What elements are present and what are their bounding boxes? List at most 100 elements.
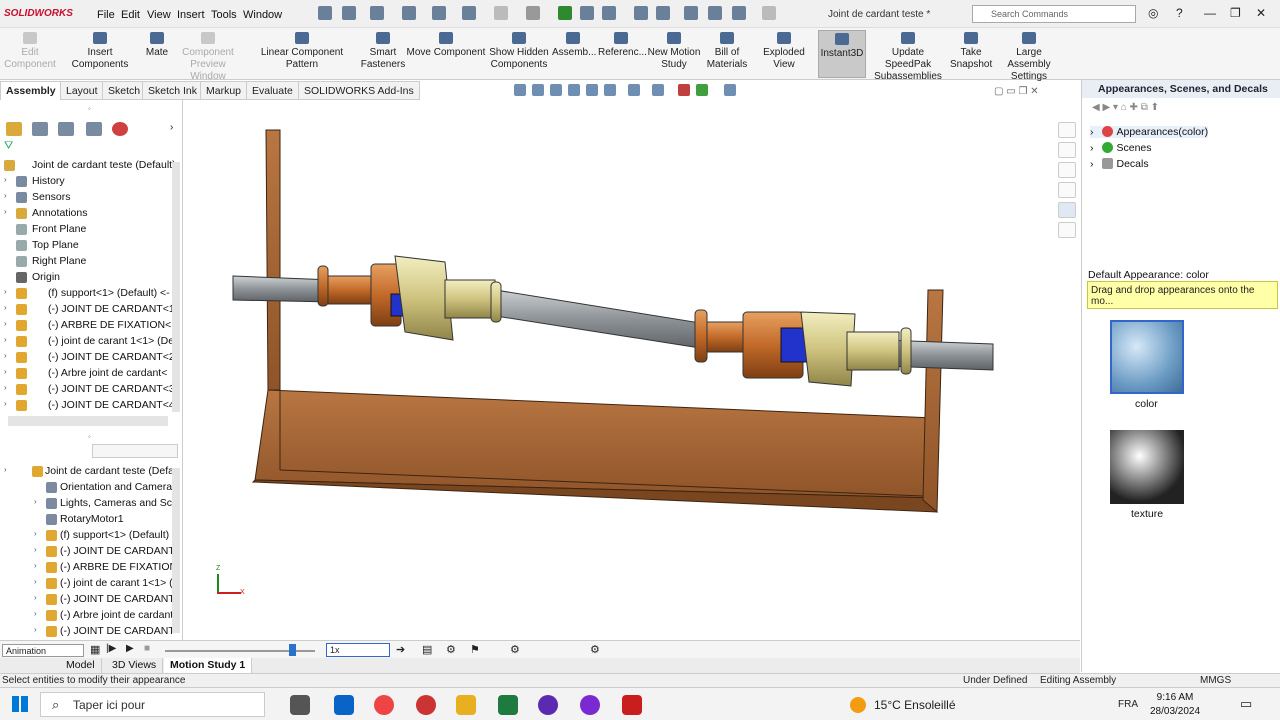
- expand-icon[interactable]: ›: [34, 593, 37, 602]
- motion-tree-item[interactable]: › Lights, Cameras and Scene: [0, 496, 180, 512]
- ribbon-button-8[interactable]: Assemb...: [552, 30, 596, 59]
- units-selector[interactable]: MMGS: [1200, 675, 1231, 686]
- ribbon-button-0[interactable]: Edit Component: [2, 30, 58, 71]
- view-settings-icon[interactable]: [724, 84, 736, 96]
- ribbon-button-12[interactable]: Exploded View: [752, 30, 816, 71]
- bottom-tab-2[interactable]: Motion Study 1: [164, 658, 253, 673]
- motion-tree-scrollbar[interactable]: [172, 468, 180, 633]
- tree-item-decals[interactable]: › Decals: [1090, 158, 1149, 170]
- ribbon-button-14[interactable]: Update SpeedPak Subassemblies: [868, 30, 948, 83]
- tab-0[interactable]: Assembly: [0, 81, 62, 100]
- tree-item[interactable]: › (f) support<1> (Default) <-: [0, 286, 180, 302]
- expand-icon[interactable]: ›: [34, 497, 37, 506]
- playback-speed-select[interactable]: 1x: [326, 643, 390, 657]
- expand-icon[interactable]: ›: [1090, 158, 1094, 170]
- language-indicator[interactable]: FRA: [1118, 699, 1138, 710]
- menu-view[interactable]: View: [147, 9, 171, 21]
- grid-icon[interactable]: [708, 6, 722, 20]
- configuration-tab-icon[interactable]: [58, 122, 74, 136]
- zoom-area-icon[interactable]: [532, 84, 544, 96]
- animation-wizard-icon[interactable]: ⚙: [446, 643, 456, 656]
- ribbon-button-3[interactable]: Component Preview Window: [174, 30, 242, 83]
- chrome-profile-icon[interactable]: [416, 695, 436, 715]
- hide-show-icon[interactable]: [652, 84, 664, 96]
- expand-icon[interactable]: ›: [4, 319, 7, 328]
- apply-scene-icon[interactable]: [696, 84, 708, 96]
- appearances-icon[interactable]: [1058, 202, 1076, 218]
- study-type-select[interactable]: Animation: [2, 644, 84, 657]
- zoom-to-fit-icon[interactable]: [514, 84, 526, 96]
- weather-text[interactable]: 15°C Ensoleillé: [874, 698, 956, 712]
- ribbon-button-11[interactable]: Bill of Materials: [706, 30, 748, 71]
- help-icon[interactable]: ?: [1176, 6, 1183, 20]
- file-explorer-taskbar-icon[interactable]: [456, 695, 476, 715]
- close-icon[interactable]: ✕: [1256, 6, 1266, 20]
- appearance-swatch-texture[interactable]: [1110, 430, 1184, 504]
- ribbon-button-9[interactable]: Referenc...: [598, 30, 647, 59]
- ribbon-button-15[interactable]: Take Snapshot: [950, 30, 992, 71]
- ribbon-button-2[interactable]: Mate: [144, 30, 170, 59]
- rotate-icon[interactable]: [656, 6, 670, 20]
- expand-icon[interactable]: ›: [4, 367, 7, 376]
- redo-icon[interactable]: [494, 6, 508, 20]
- tab-1[interactable]: Layout: [60, 81, 104, 100]
- edit-appearance-icon[interactable]: [678, 84, 690, 96]
- account-icon[interactable]: ◎: [1148, 6, 1158, 20]
- menu-edit[interactable]: Edit: [121, 9, 140, 21]
- motion-tree-item[interactable]: › (f) support<1> (Default) <-: [0, 528, 180, 544]
- tree-item-appearances[interactable]: › Appearances(color): [1090, 126, 1209, 138]
- motion-tree-item[interactable]: › (-) JOINT DE CARDANT<1>: [0, 544, 180, 560]
- panel-nav-toolbar[interactable]: ◀ ▶ ▾ ⌂ ✚ ⧉ ⬆: [1092, 102, 1159, 113]
- save-icon[interactable]: [402, 6, 416, 20]
- expand-icon[interactable]: ›: [4, 399, 7, 408]
- tree-item[interactable]: Origin: [0, 270, 180, 286]
- print-icon[interactable]: [432, 6, 446, 20]
- file-explorer-icon[interactable]: [1058, 162, 1076, 178]
- tree-horizontal-scrollbar[interactable]: [8, 416, 168, 426]
- taskbar-search-input[interactable]: Taper ici pour: [40, 692, 265, 717]
- motion-study-properties-icon[interactable]: ⚙: [590, 643, 600, 656]
- motion-tree-item[interactable]: › (-) ARBRE DE FIXATION<1>: [0, 560, 180, 576]
- expand-icon[interactable]: ›: [34, 609, 37, 618]
- previous-view-icon[interactable]: [550, 84, 562, 96]
- bottom-tab-0[interactable]: Model: [60, 658, 102, 673]
- ribbon-button-7[interactable]: Show Hidden Components: [488, 30, 550, 71]
- ribbon-button-10[interactable]: New Motion Study: [646, 30, 702, 71]
- expand-icon[interactable]: ›: [4, 335, 7, 344]
- tree-item[interactable]: Top Plane: [0, 238, 180, 254]
- move-icon[interactable]: [634, 6, 648, 20]
- menu-file[interactable]: File: [97, 9, 115, 21]
- motion-tree-item[interactable]: › (-) JOINT DE CARDANT<3>: [0, 624, 180, 640]
- search-input[interactable]: Search Commands: [972, 5, 1136, 23]
- ribbon-button-6[interactable]: Move Component: [406, 30, 486, 59]
- tree-item[interactable]: › (-) JOINT DE CARDANT<4>: [0, 398, 180, 414]
- motion-tree-item[interactable]: › (-) JOINT DE CARDANT<2>: [0, 592, 180, 608]
- system-clock[interactable]: 9:16 AM 28/03/2024: [1150, 691, 1200, 719]
- tree-item[interactable]: › (-) Arbre joint de cardant<: [0, 366, 180, 382]
- new-file-icon[interactable]: [342, 6, 356, 20]
- menu-window[interactable]: Window: [243, 9, 282, 21]
- file-properties-icon[interactable]: [580, 6, 594, 20]
- options-icon[interactable]: [602, 6, 616, 20]
- panel-grip[interactable]: ◦: [88, 104, 91, 113]
- ribbon-button-1[interactable]: Insert Components: [58, 30, 142, 71]
- expand-icon[interactable]: ›: [34, 529, 37, 538]
- motor-icon[interactable]: ⚙: [510, 643, 520, 656]
- play-icon[interactable]: ▶: [126, 643, 134, 654]
- ribbon-button-16[interactable]: Large Assembly Settings: [994, 30, 1064, 83]
- rebuild-icon[interactable]: [558, 6, 572, 20]
- motion-tree-item[interactable]: › Joint de cardant teste (Default): [0, 464, 180, 480]
- tree-item[interactable]: › (-) JOINT DE CARDANT<2>: [0, 350, 180, 366]
- tree-item[interactable]: › (-) ARBRE DE FIXATION<1>: [0, 318, 180, 334]
- tree-item[interactable]: › Sensors: [0, 190, 180, 206]
- motion-tree-item[interactable]: › (-) joint de carant 1<1> (De: [0, 576, 180, 592]
- expand-icon[interactable]: ›: [34, 577, 37, 586]
- expand-icon[interactable]: ›: [1090, 126, 1094, 138]
- motion-tree-item[interactable]: RotaryMotor1: [0, 512, 180, 528]
- panel-scroll-right-icon[interactable]: ›: [170, 122, 173, 133]
- windows-start-icon[interactable]: [12, 696, 28, 712]
- expand-icon[interactable]: ›: [4, 207, 7, 216]
- open-file-icon[interactable]: [370, 6, 384, 20]
- graphics-area[interactable]: [183, 100, 1080, 640]
- dimxpert-tab-icon[interactable]: [86, 122, 102, 136]
